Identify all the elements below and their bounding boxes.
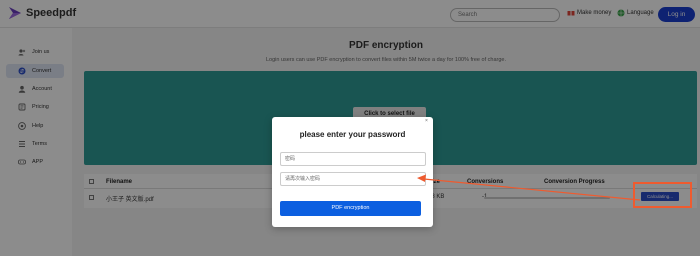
annotation-arrow (417, 174, 641, 201)
